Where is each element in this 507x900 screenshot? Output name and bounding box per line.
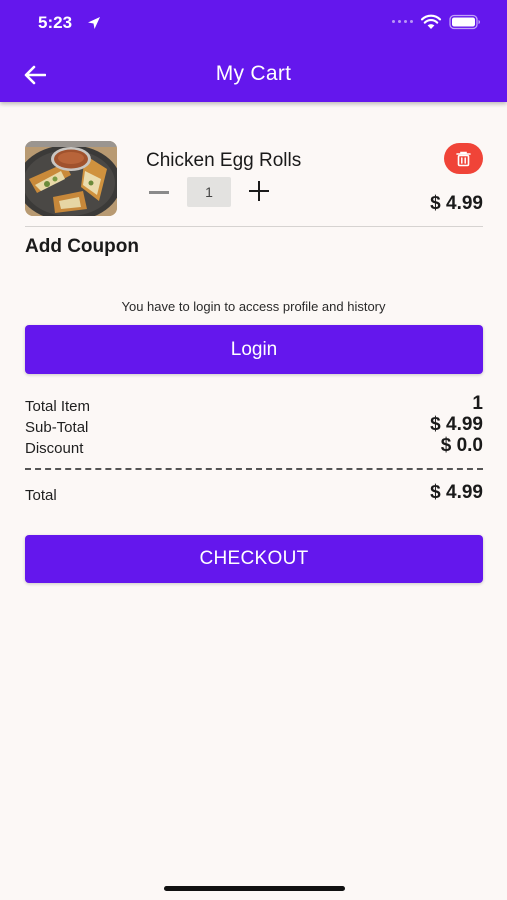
- login-note: You have to login to access profile and …: [121, 299, 386, 314]
- total-value: $ 4.99: [430, 482, 483, 503]
- location-arrow-icon: [88, 17, 100, 29]
- minus-icon: [149, 191, 169, 194]
- summary-row-discount: Discount $ 0.0: [25, 435, 483, 457]
- total-item-value: 1: [472, 393, 483, 414]
- login-button[interactable]: Login: [25, 325, 483, 374]
- item-price: $ 4.99: [430, 193, 483, 214]
- summary-row-total-item: Total Item 1: [25, 393, 483, 415]
- trash-icon: [456, 151, 471, 167]
- egg-rolls-photo: [25, 141, 117, 216]
- discount-label: Discount: [25, 440, 84, 457]
- add-coupon-link[interactable]: Add Coupon: [25, 236, 139, 258]
- increase-quantity-button[interactable]: [249, 181, 269, 201]
- signal-icon: [392, 20, 413, 23]
- subtotal-label: Sub-Total: [25, 419, 89, 436]
- status-time: 5:23: [38, 13, 73, 32]
- dashed-divider: [25, 468, 483, 470]
- summary-row-total: Total $ 4.99: [25, 480, 483, 504]
- quantity-value: 1: [187, 177, 231, 207]
- total-item-label: Total Item: [25, 398, 91, 415]
- discount-value: $ 0.0: [440, 435, 483, 456]
- wifi-icon: [420, 14, 442, 29]
- cart-item: Chicken Egg Rolls 1 $ 4.99: [25, 141, 483, 227]
- page-title: My Cart: [215, 62, 292, 85]
- order-summary: Total Item 1 Sub-Total $ 4.99 Discount $…: [25, 393, 483, 457]
- subtotal-value: $ 4.99: [430, 414, 483, 435]
- divider: [25, 226, 483, 227]
- battery-icon: [449, 14, 480, 30]
- total-label: Total: [25, 487, 57, 504]
- delete-item-button[interactable]: [444, 143, 483, 174]
- checkout-button[interactable]: CHECKOUT: [25, 535, 483, 583]
- summary-row-subtotal: Sub-Total $ 4.99: [25, 414, 483, 436]
- item-name: Chicken Egg Rolls: [146, 150, 302, 171]
- home-indicator[interactable]: [164, 886, 345, 891]
- app-header: 5:23 My Cart: [0, 0, 507, 102]
